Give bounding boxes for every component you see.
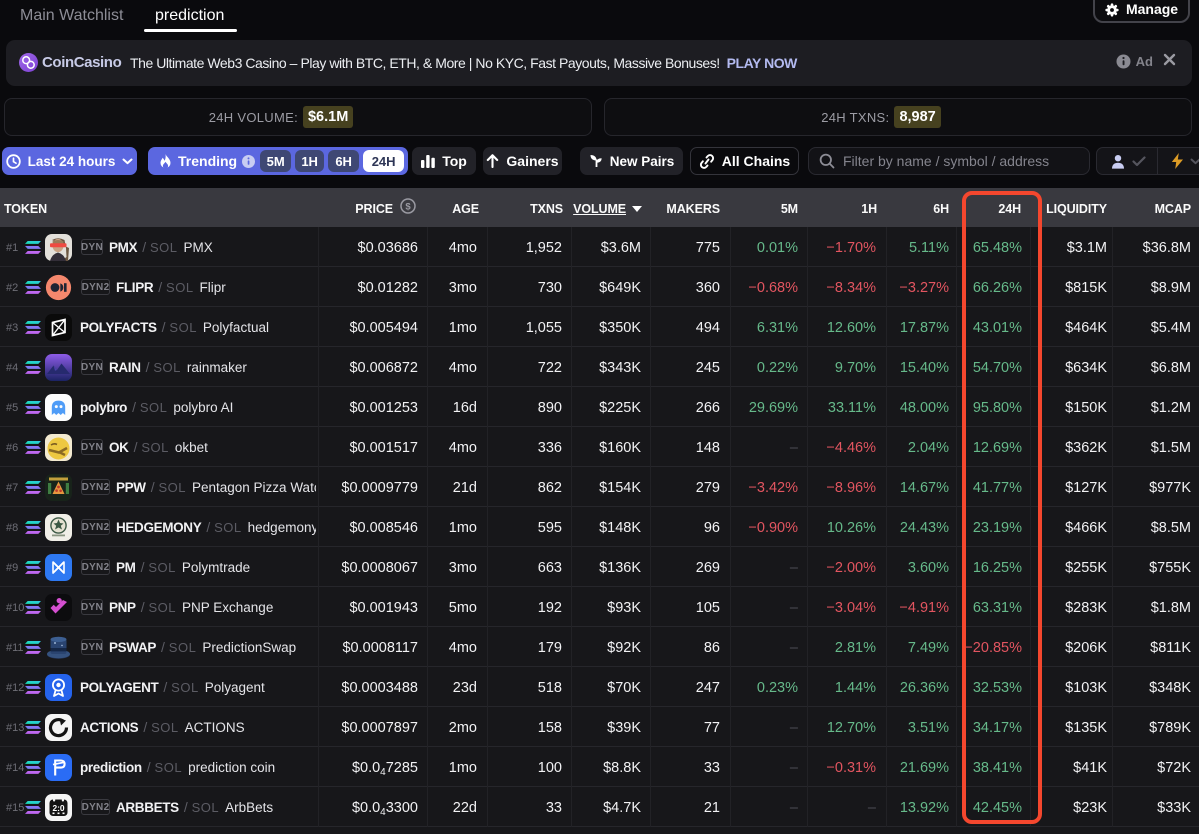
svg-text:$: $ bbox=[405, 201, 411, 212]
svg-text:2:0: 2:0 bbox=[52, 802, 64, 812]
